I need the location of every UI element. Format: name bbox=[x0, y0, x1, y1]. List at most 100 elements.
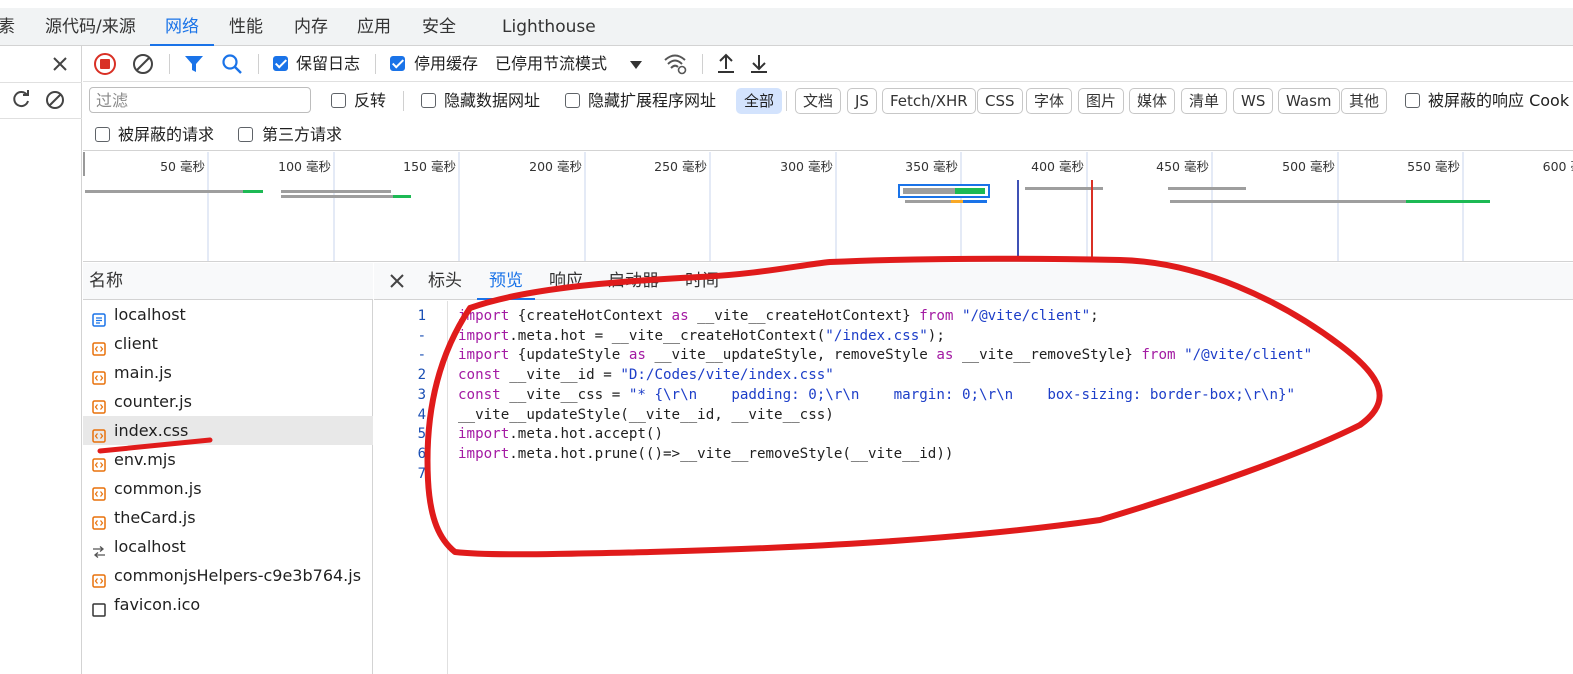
divider bbox=[786, 91, 787, 111]
invert-checkbox[interactable] bbox=[331, 93, 346, 108]
tab-performance[interactable]: 性能 bbox=[229, 8, 263, 46]
search-icon[interactable] bbox=[220, 52, 244, 80]
code-keyword: const bbox=[458, 367, 501, 384]
code-keyword: as bbox=[628, 347, 646, 364]
timeline-tick: 600 毫 bbox=[1543, 159, 1573, 174]
type-filter-manifest[interactable]: 清单 bbox=[1181, 88, 1228, 114]
tab-headers[interactable]: 标头 bbox=[428, 263, 462, 300]
code-keyword: import bbox=[458, 445, 510, 462]
code-line: import.meta.hot.prune(()=>__vite__remove… bbox=[458, 444, 953, 464]
divider bbox=[258, 54, 259, 74]
type-filter-fetch-xhr[interactable]: Fetch/XHR bbox=[882, 88, 976, 114]
tab-application[interactable]: 应用 bbox=[357, 8, 391, 46]
line-number: 4 bbox=[417, 406, 426, 423]
tab-lighthouse[interactable]: Lighthouse bbox=[502, 8, 596, 46]
code-keyword: as bbox=[936, 347, 954, 364]
script-icon bbox=[92, 394, 106, 414]
timeline-tick: 300 毫秒 bbox=[780, 159, 833, 174]
request-list: 名称 localhost client main.js counter.js i… bbox=[83, 263, 373, 674]
tab-response[interactable]: 响应 bbox=[549, 263, 583, 300]
script-icon bbox=[92, 423, 106, 443]
type-filter-css[interactable]: CSS bbox=[977, 88, 1023, 114]
tab-timing[interactable]: 时间 bbox=[685, 263, 719, 300]
type-filter-ws[interactable]: WS bbox=[1233, 88, 1274, 114]
tab-initiator[interactable]: 启动器 bbox=[608, 263, 659, 300]
import-har-icon[interactable] bbox=[715, 52, 737, 80]
type-filter-media[interactable]: 媒体 bbox=[1129, 88, 1176, 114]
request-row[interactable]: commonjsHelpers-c9e3b764.js bbox=[83, 561, 373, 590]
hide-extension-urls-checkbox[interactable] bbox=[565, 93, 580, 108]
code-line: import.meta.hot.accept() bbox=[458, 424, 663, 444]
blocked-requests-checkbox[interactable] bbox=[95, 127, 110, 142]
close-icon[interactable] bbox=[50, 54, 70, 78]
script-icon bbox=[92, 568, 106, 588]
network-conditions-icon[interactable] bbox=[663, 52, 689, 80]
tab-memory[interactable]: 内存 bbox=[294, 8, 328, 46]
record-stop-icon[interactable] bbox=[93, 52, 117, 80]
request-row[interactable]: env.mjs bbox=[83, 445, 373, 474]
request-row[interactable]: favicon.ico bbox=[83, 590, 373, 619]
line-number: 2 bbox=[417, 367, 426, 384]
tab-preview[interactable]: 预览 bbox=[477, 263, 535, 300]
script-icon bbox=[92, 336, 106, 356]
code-keyword: import bbox=[458, 308, 510, 324]
type-filter-all[interactable]: 全部 bbox=[736, 88, 783, 114]
tab-elements[interactable]: 素 bbox=[0, 8, 15, 46]
request-row[interactable]: localhost bbox=[83, 532, 373, 561]
timeline-tick: 250 毫秒 bbox=[654, 159, 707, 174]
type-filter-font[interactable]: 字体 bbox=[1026, 88, 1073, 114]
filter-input[interactable] bbox=[89, 87, 311, 113]
third-party-checkbox[interactable] bbox=[238, 127, 253, 142]
tab-sources[interactable]: 源代码/来源 bbox=[45, 8, 136, 46]
chevron-down-icon[interactable] bbox=[629, 57, 643, 75]
clear-log-icon[interactable] bbox=[131, 52, 155, 80]
name-column-header[interactable]: 名称 bbox=[83, 263, 373, 300]
network-overview-timeline[interactable]: 50 毫秒 100 毫秒 150 毫秒 200 毫秒 250 毫秒 300 毫秒… bbox=[83, 152, 1573, 262]
code-text: __vite__removeStyle} bbox=[953, 347, 1142, 364]
code-text: {createHotContext bbox=[509, 308, 672, 324]
code-string: "* {\r\n padding: 0;\r\n margin: 0;\r\n … bbox=[628, 386, 1296, 403]
code-text: .meta.hot = __vite__createHotContext( bbox=[509, 327, 826, 344]
type-filter-img[interactable]: 图片 bbox=[1078, 88, 1125, 114]
detail-tabs: 标头 预览 响应 启动器 时间 bbox=[374, 263, 1573, 300]
request-row[interactable]: theCard.js bbox=[83, 503, 373, 532]
script-icon bbox=[92, 481, 106, 501]
request-row[interactable]: localhost bbox=[83, 300, 373, 329]
network-toolbar: 保留日志 停用缓存 已停用节流模式 bbox=[83, 46, 1573, 82]
type-filter-wasm[interactable]: Wasm bbox=[1278, 88, 1340, 114]
tab-security[interactable]: 安全 bbox=[422, 8, 456, 46]
code-keyword: as bbox=[671, 308, 689, 324]
clear-icon[interactable] bbox=[44, 89, 66, 115]
filter-icon[interactable] bbox=[183, 53, 205, 79]
divider bbox=[169, 54, 170, 74]
type-filter-js[interactable]: JS bbox=[847, 88, 877, 114]
type-filter-other[interactable]: 其他 bbox=[1341, 88, 1388, 114]
hide-data-urls-checkbox[interactable] bbox=[421, 93, 436, 108]
reload-icon[interactable] bbox=[10, 89, 32, 115]
invert-label: 反转 bbox=[354, 91, 387, 110]
request-row[interactable]: main.js bbox=[83, 358, 373, 387]
line-number: 1 bbox=[417, 308, 426, 324]
timeline-tick: 450 毫秒 bbox=[1156, 159, 1209, 174]
filter-bar: 反转 隐藏数据网址 隐藏扩展程序网址 全部 文档 JS Fetch/XHR CS… bbox=[83, 83, 1573, 119]
request-name: env.mjs bbox=[114, 450, 176, 469]
export-har-icon[interactable] bbox=[748, 52, 770, 80]
request-name: localhost bbox=[114, 305, 186, 324]
throttling-select[interactable]: 已停用节流模式 bbox=[495, 54, 607, 74]
code-text: __vite__updateStyle(__vite__id, __vite__… bbox=[458, 406, 834, 423]
close-detail-icon[interactable] bbox=[388, 272, 406, 294]
script-icon bbox=[92, 365, 106, 385]
hide-extension-urls-label: 隐藏扩展程序网址 bbox=[588, 91, 717, 110]
request-row[interactable]: counter.js bbox=[83, 387, 373, 416]
code-text: .meta.hot.accept() bbox=[509, 426, 663, 443]
type-filter-doc[interactable]: 文档 bbox=[795, 88, 842, 114]
request-row[interactable]: client bbox=[83, 329, 373, 358]
blocked-responses-checkbox[interactable] bbox=[1405, 93, 1420, 108]
request-row-selected[interactable]: index.css bbox=[83, 416, 373, 445]
request-row[interactable]: common.js bbox=[83, 474, 373, 503]
timeline-tick: 400 毫秒 bbox=[1031, 159, 1084, 174]
tab-network[interactable]: 网络 bbox=[150, 8, 214, 46]
preserve-log-checkbox[interactable] bbox=[273, 56, 288, 71]
disable-cache-checkbox[interactable] bbox=[390, 56, 405, 71]
